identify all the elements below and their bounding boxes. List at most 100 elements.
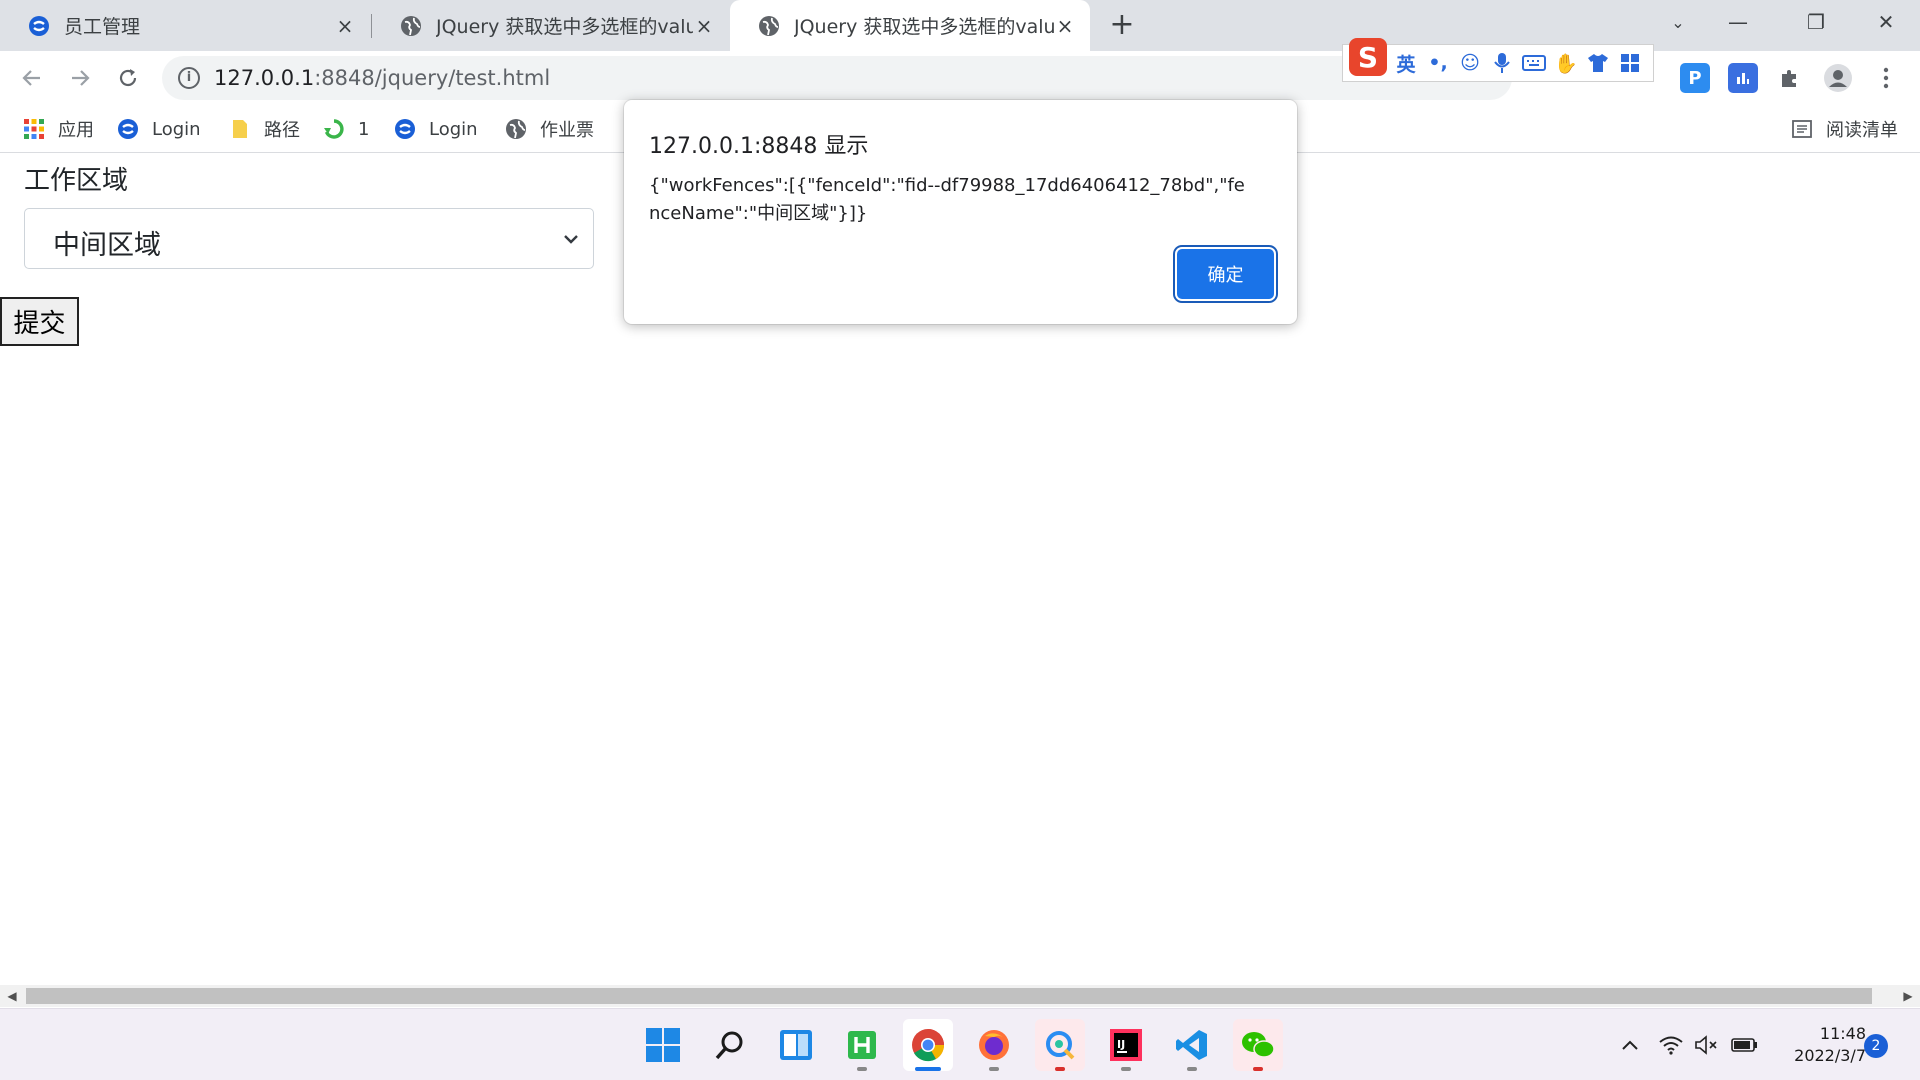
ime-skin-shirt-icon[interactable] <box>1585 50 1611 76</box>
tab-close-icon[interactable]: × <box>334 14 356 38</box>
alert-dialog: 127.0.0.1:8848 显示 {"workFences":[{"fence… <box>624 100 1297 324</box>
wifi-icon[interactable] <box>1656 1031 1686 1059</box>
qq-browser-app[interactable] <box>1035 1019 1085 1071</box>
green-cycle-icon <box>322 117 346 141</box>
firefox-app[interactable] <box>969 1019 1019 1071</box>
running-indicator <box>1055 1067 1065 1071</box>
reload-button[interactable] <box>112 62 144 94</box>
bookmark-1[interactable]: 1 <box>322 115 369 143</box>
search-icon <box>715 1031 743 1060</box>
scroll-left-arrow-icon[interactable]: ◀ <box>4 988 20 1004</box>
minimize-button[interactable]: — <box>1710 0 1766 44</box>
vscode-app[interactable] <box>1167 1019 1217 1071</box>
scrollbar-thumb[interactable] <box>26 988 1872 1004</box>
tab-jquery-1[interactable]: JQuery 获取选中多选框的value, × <box>372 0 729 51</box>
employee-site-logo-icon <box>28 15 50 37</box>
ime-gesture-icon[interactable]: ✋ <box>1553 50 1579 76</box>
menu-kebab-icon[interactable] <box>1871 63 1901 93</box>
bookmark-login-2[interactable]: Login <box>393 115 478 143</box>
wechat-app[interactable] <box>1233 1019 1283 1071</box>
close-window-button[interactable]: ✕ <box>1858 0 1914 44</box>
windows-taskbar: IJ 11:48 2022/3/7 2 <box>0 1008 1920 1080</box>
reading-list-button[interactable]: 阅读清单 <box>1790 115 1898 143</box>
windows-logo-icon <box>646 1028 680 1062</box>
notification-badge[interactable]: 2 <box>1864 1034 1888 1058</box>
search-button[interactable] <box>705 1019 755 1071</box>
extensions-puzzle-icon[interactable] <box>1775 63 1805 93</box>
intellij-app[interactable]: IJ <box>1101 1019 1151 1071</box>
bookmark-label: 路径 <box>264 120 300 141</box>
tab-title: JQuery 获取选中多选框的value, <box>436 16 693 38</box>
submit-button[interactable]: 提交 <box>0 297 79 346</box>
volume-muted-icon[interactable] <box>1692 1031 1722 1059</box>
bookmark-label: 1 <box>358 118 370 140</box>
work-area-select[interactable]: 中间区域 <box>24 208 594 269</box>
bookmark-path[interactable]: 路径 <box>228 115 300 143</box>
globe-icon <box>400 15 422 37</box>
folder-icon <box>228 117 252 141</box>
forward-button[interactable] <box>64 62 96 94</box>
clock-date: 2022/3/7 <box>1794 1046 1866 1065</box>
show-hidden-icons-chevron-icon[interactable] <box>1616 1031 1644 1059</box>
chevron-down-icon <box>564 235 578 244</box>
login-logo-icon <box>393 117 417 141</box>
globe-icon <box>758 15 780 37</box>
dialog-ok-button[interactable]: 确定 <box>1177 249 1274 299</box>
hbuilder-app[interactable] <box>837 1019 887 1071</box>
dialog-title: 127.0.0.1:8848 显示 <box>649 134 869 159</box>
extension-chart-icon[interactable] <box>1728 63 1758 93</box>
ime-language-toggle[interactable]: 英 <box>1393 50 1419 76</box>
chrome-app[interactable] <box>903 1019 953 1071</box>
tab-title: 员工管理 <box>64 16 141 38</box>
svg-text:IJ: IJ <box>1117 1038 1125 1051</box>
tab-search-chevron-icon[interactable]: ⌄ <box>1650 0 1706 44</box>
select-value: 中间区域 <box>53 230 161 261</box>
widgets-button[interactable] <box>771 1019 821 1071</box>
ime-emoji-icon[interactable]: ☺ <box>1457 50 1483 76</box>
scroll-right-arrow-icon[interactable]: ▶ <box>1900 988 1916 1004</box>
ime-keyboard-icon[interactable] <box>1521 50 1547 76</box>
tab-close-icon[interactable]: × <box>1054 14 1076 38</box>
reload-icon <box>119 69 137 87</box>
widgets-icon <box>780 1030 812 1060</box>
qq-browser-icon <box>1046 1031 1075 1060</box>
running-indicator <box>1253 1067 1263 1071</box>
start-button[interactable] <box>638 1019 688 1071</box>
sogou-logo-icon[interactable]: S <box>1349 38 1387 76</box>
site-info-icon[interactable]: i <box>178 67 200 89</box>
restore-button[interactable]: ❐ <box>1788 0 1844 44</box>
tab-close-icon[interactable]: × <box>693 14 715 38</box>
vscode-icon <box>1176 1030 1207 1060</box>
new-tab-button[interactable]: + <box>1106 10 1138 42</box>
arrow-right-icon <box>72 70 90 86</box>
bookmark-login-1[interactable]: Login <box>116 115 201 143</box>
bookmark-label: 作业票 <box>540 120 594 141</box>
tab-jquery-2-active[interactable]: JQuery 获取选中多选框的value, × <box>730 0 1090 51</box>
bookmark-label: Login <box>429 118 478 140</box>
ime-toolbox-grid-icon[interactable] <box>1617 50 1643 76</box>
ime-punctuation-toggle[interactable]: •, <box>1425 50 1451 76</box>
ime-microphone-icon[interactable] <box>1489 50 1515 76</box>
globe-icon <box>504 117 528 141</box>
apps-grid-icon <box>22 117 46 141</box>
system-clock[interactable]: 11:48 2022/3/7 <box>1780 1023 1866 1067</box>
running-indicator <box>857 1067 867 1071</box>
profile-avatar-icon[interactable] <box>1823 63 1853 93</box>
address-bar[interactable]: i 127.0.0.1:8848/jquery/test.html <box>162 56 1512 100</box>
battery-charging-icon[interactable] <box>1728 1031 1760 1059</box>
reading-list-icon <box>1790 117 1814 141</box>
tab-title: JQuery 获取选中多选框的value, <box>794 16 1054 38</box>
bookmark-apps[interactable]: 应用 <box>22 115 94 143</box>
horizontal-scrollbar[interactable]: ◀ ▶ <box>0 985 1920 1007</box>
login-logo-icon <box>116 117 140 141</box>
url-text[interactable]: 127.0.0.1:8848/jquery/test.html <box>214 66 550 90</box>
wechat-icon <box>1242 1032 1275 1058</box>
back-button[interactable] <box>16 62 48 94</box>
tab-employee-management[interactable]: 员工管理 × <box>0 0 370 51</box>
chrome-icon <box>912 1029 945 1062</box>
extension-p-icon[interactable]: P <box>1680 63 1710 93</box>
work-area-label: 工作区域 <box>24 166 129 196</box>
clock-time: 11:48 <box>1819 1024 1866 1043</box>
bookmark-label: 应用 <box>58 120 94 141</box>
bookmark-work-ticket[interactable]: 作业票 <box>504 115 594 143</box>
